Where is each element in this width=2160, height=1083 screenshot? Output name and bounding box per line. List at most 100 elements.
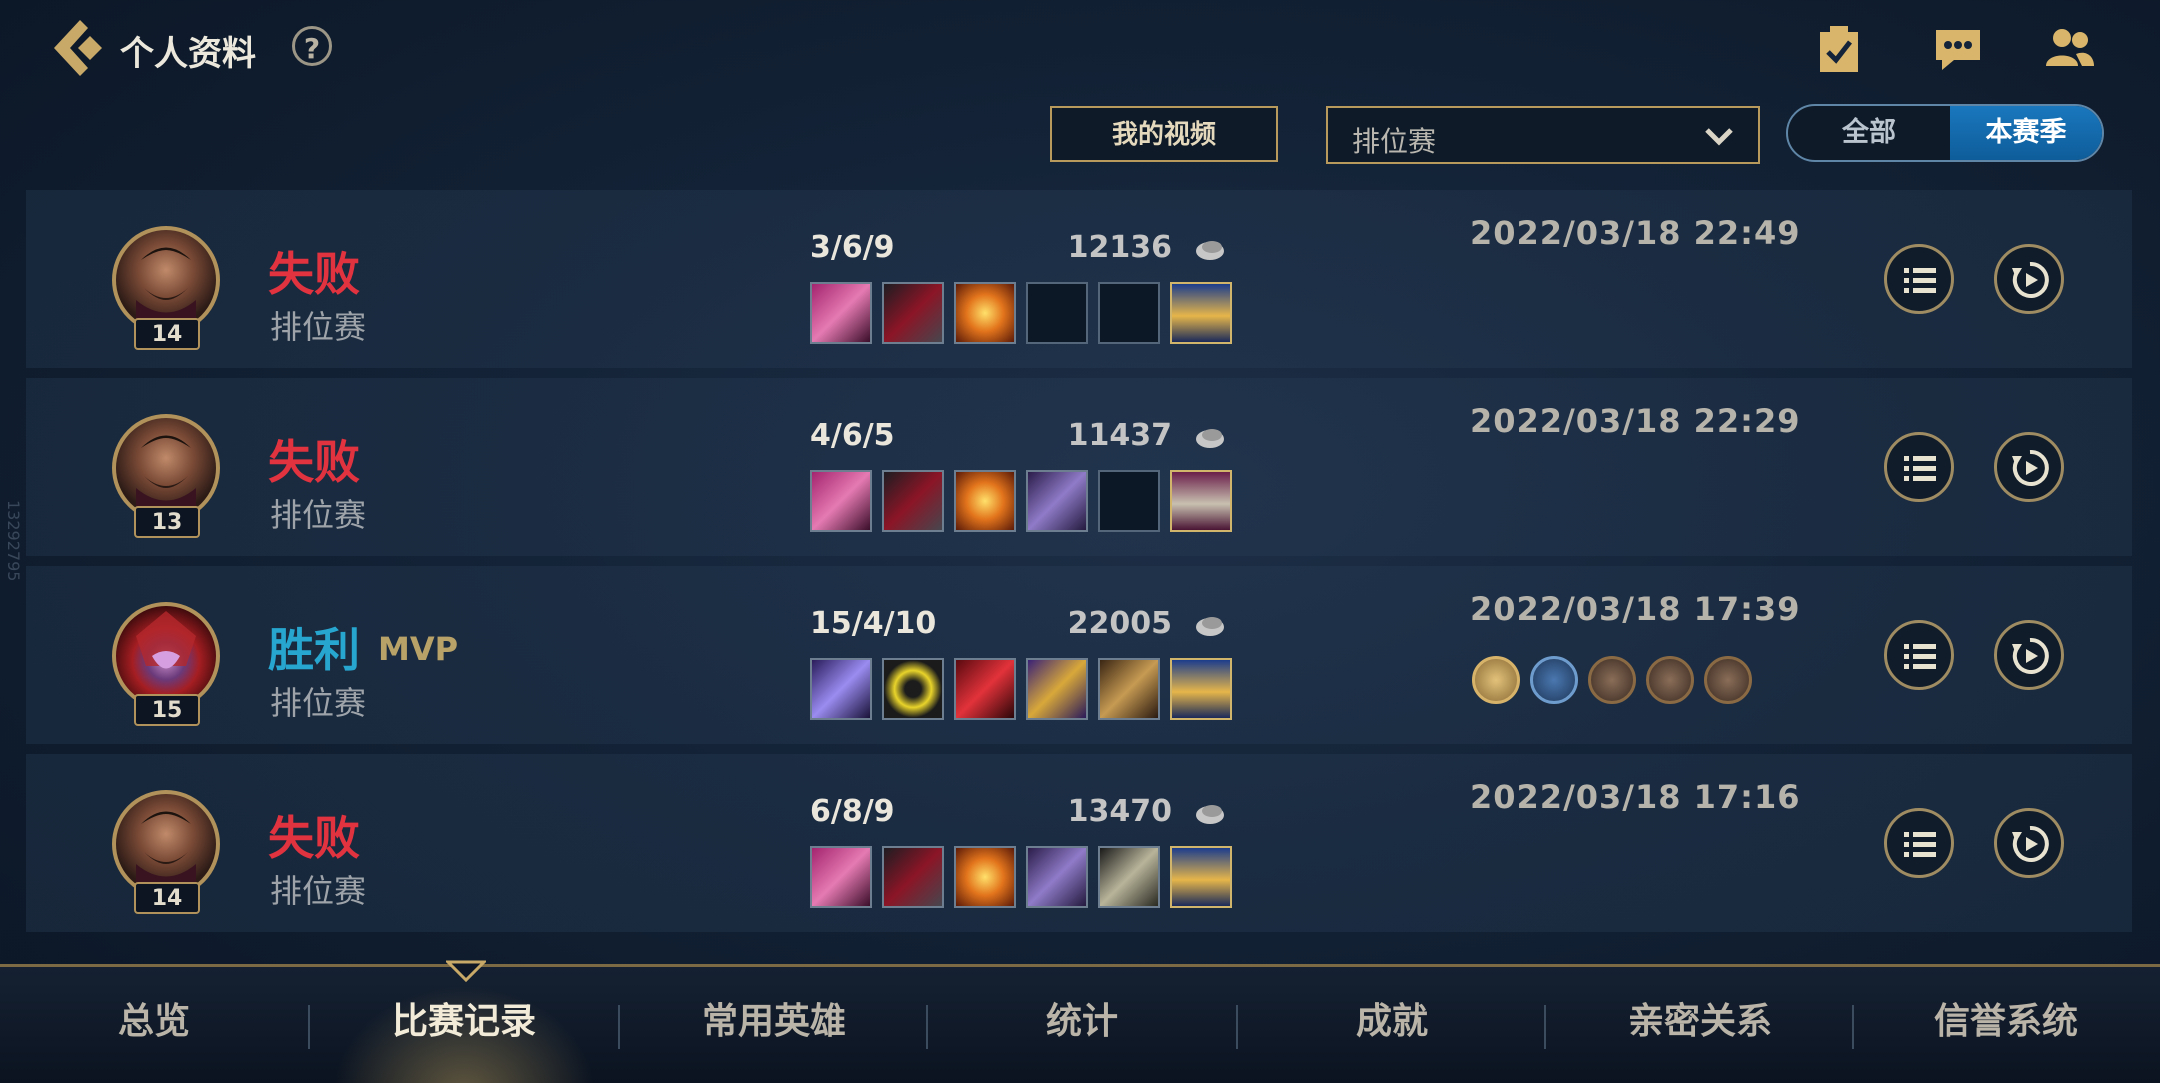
tab-statistics[interactable]: 统计 — [928, 967, 1236, 1083]
match-datetime: 2022/03/18 22:29 — [1470, 402, 1801, 440]
list-icon — [1904, 456, 1936, 481]
s-rank-badge-icon — [1472, 656, 1520, 704]
item-slot[interactable] — [1098, 658, 1160, 720]
season-current-option[interactable]: 本赛季 — [1950, 106, 2102, 160]
list-icon — [1904, 268, 1936, 293]
item-slot[interactable] — [882, 658, 944, 720]
replay-icon — [2012, 449, 2049, 486]
match-result: 失败 — [268, 435, 360, 489]
match-queue: 排位赛 — [270, 872, 367, 910]
match-detail-button[interactable] — [1884, 432, 1954, 502]
item-slot[interactable] — [810, 282, 872, 344]
active-tab-indicator-icon — [446, 960, 486, 982]
back-button[interactable] — [50, 18, 106, 78]
item-slot[interactable] — [1098, 846, 1160, 908]
gold-amount: 22005 — [1067, 606, 1172, 641]
match-replay-button[interactable] — [1994, 244, 2064, 314]
replay-icon — [2012, 825, 2049, 862]
gold-amount: 11437 — [1067, 418, 1172, 453]
item-slot[interactable] — [1026, 658, 1088, 720]
list-icon — [1904, 644, 1936, 669]
tab-favorite-champions[interactable]: 常用英雄 — [620, 967, 928, 1083]
match-detail-button[interactable] — [1884, 244, 1954, 314]
match-datetime: 2022/03/18 17:39 — [1470, 590, 1801, 628]
gold-amount: 13470 — [1067, 794, 1172, 829]
coin-badge-icon — [1588, 656, 1636, 704]
item-slot[interactable] — [1098, 470, 1160, 532]
gold-coin-icon — [1196, 617, 1224, 636]
replay-icon — [2012, 261, 2049, 298]
chevron-down-icon — [1705, 128, 1733, 146]
champion-level: 15 — [134, 694, 200, 726]
item-slot[interactable] — [882, 282, 944, 344]
match-result: 胜利 — [268, 623, 360, 677]
champion-level: 13 — [134, 506, 200, 538]
match-row[interactable]: 14 失败 排位赛 3/6/9 12136 2022/03/18 22:49 — [26, 190, 2132, 368]
trinket-slot[interactable] — [1170, 282, 1232, 344]
match-replay-button[interactable] — [1994, 432, 2064, 502]
tab-match-history[interactable]: 比赛记录 — [310, 967, 618, 1083]
champion-level: 14 — [134, 318, 200, 350]
item-slot[interactable] — [810, 470, 872, 532]
my-video-button[interactable]: 我的视频 — [1050, 106, 1278, 162]
match-detail-button[interactable] — [1884, 808, 1954, 878]
match-replay-button[interactable] — [1994, 808, 2064, 878]
item-slot[interactable] — [1026, 470, 1088, 532]
match-row[interactable]: 13 失败 排位赛 4/6/5 11437 2022/03/18 22:29 — [26, 378, 2132, 556]
help-icon[interactable]: ? — [292, 26, 332, 66]
item-slot[interactable] — [1026, 846, 1088, 908]
match-row[interactable]: 14 失败 排位赛 6/8/9 13470 2022/03/18 17:16 — [26, 754, 2132, 932]
match-result: 失败 — [268, 247, 360, 301]
page-title: 个人资料 — [120, 34, 256, 74]
match-datetime: 2022/03/18 22:49 — [1470, 214, 1801, 252]
kda: 15/4/10 — [810, 606, 937, 641]
trinket-slot[interactable] — [1170, 846, 1232, 908]
gold-amount: 12136 — [1067, 230, 1172, 265]
season-toggle[interactable]: 全部 本赛季 — [1786, 104, 2104, 162]
watermark-id: 13292795 — [4, 500, 23, 582]
match-detail-button[interactable] — [1884, 620, 1954, 690]
item-slot[interactable] — [882, 470, 944, 532]
match-datetime: 2022/03/18 17:16 — [1470, 778, 1801, 816]
list-icon — [1904, 832, 1936, 857]
trinket-slot[interactable] — [1170, 470, 1232, 532]
friends-icon[interactable] — [2042, 24, 2098, 76]
chat-bubble-icon[interactable] — [1932, 24, 1988, 76]
crest-badge-icon — [1646, 656, 1694, 704]
gold-coin-icon — [1196, 429, 1224, 448]
kda: 4/6/5 — [810, 418, 895, 453]
item-slot[interactable] — [954, 658, 1016, 720]
trinket-slot[interactable] — [1170, 658, 1232, 720]
match-row[interactable]: 15 胜利 MVP 排位赛 15/4/10 22005 2022/03/18 1… — [26, 566, 2132, 744]
bottom-tab-bar: 总览 比赛记录 常用英雄 统计 成就 亲密关系 信誉系统 — [0, 964, 2160, 1083]
tab-honor-system[interactable]: 信誉系统 — [1852, 967, 2160, 1083]
item-slot[interactable] — [954, 470, 1016, 532]
tab-intimacy[interactable]: 亲密关系 — [1546, 967, 1854, 1083]
tab-overview[interactable]: 总览 — [0, 967, 308, 1083]
game-mode-selected: 排位赛 — [1352, 125, 1437, 158]
back-chevron-icon — [54, 20, 102, 76]
item-slot[interactable] — [1026, 282, 1088, 344]
cloud-badge-icon — [1704, 656, 1752, 704]
kda: 3/6/9 — [810, 230, 895, 265]
replay-icon — [2012, 637, 2049, 674]
gold-coin-icon — [1196, 241, 1224, 260]
clipboard-check-icon[interactable] — [1814, 24, 1870, 76]
gold-coin-icon — [1196, 805, 1224, 824]
kda: 6/8/9 — [810, 794, 895, 829]
tab-achievements[interactable]: 成就 — [1238, 967, 1546, 1083]
champion-level: 14 — [134, 882, 200, 914]
match-queue: 排位赛 — [270, 308, 367, 346]
item-slot[interactable] — [882, 846, 944, 908]
match-queue: 排位赛 — [270, 684, 367, 722]
item-slot[interactable] — [810, 658, 872, 720]
item-slot[interactable] — [1098, 282, 1160, 344]
season-all-option[interactable]: 全部 — [1788, 106, 1950, 160]
match-replay-button[interactable] — [1994, 620, 2064, 690]
item-slot[interactable] — [954, 282, 1016, 344]
item-slot[interactable] — [954, 846, 1016, 908]
item-slot[interactable] — [810, 846, 872, 908]
game-mode-dropdown[interactable]: 排位赛 — [1326, 106, 1760, 164]
mvp-badge: MVP — [378, 630, 459, 668]
flag-badge-icon — [1530, 656, 1578, 704]
